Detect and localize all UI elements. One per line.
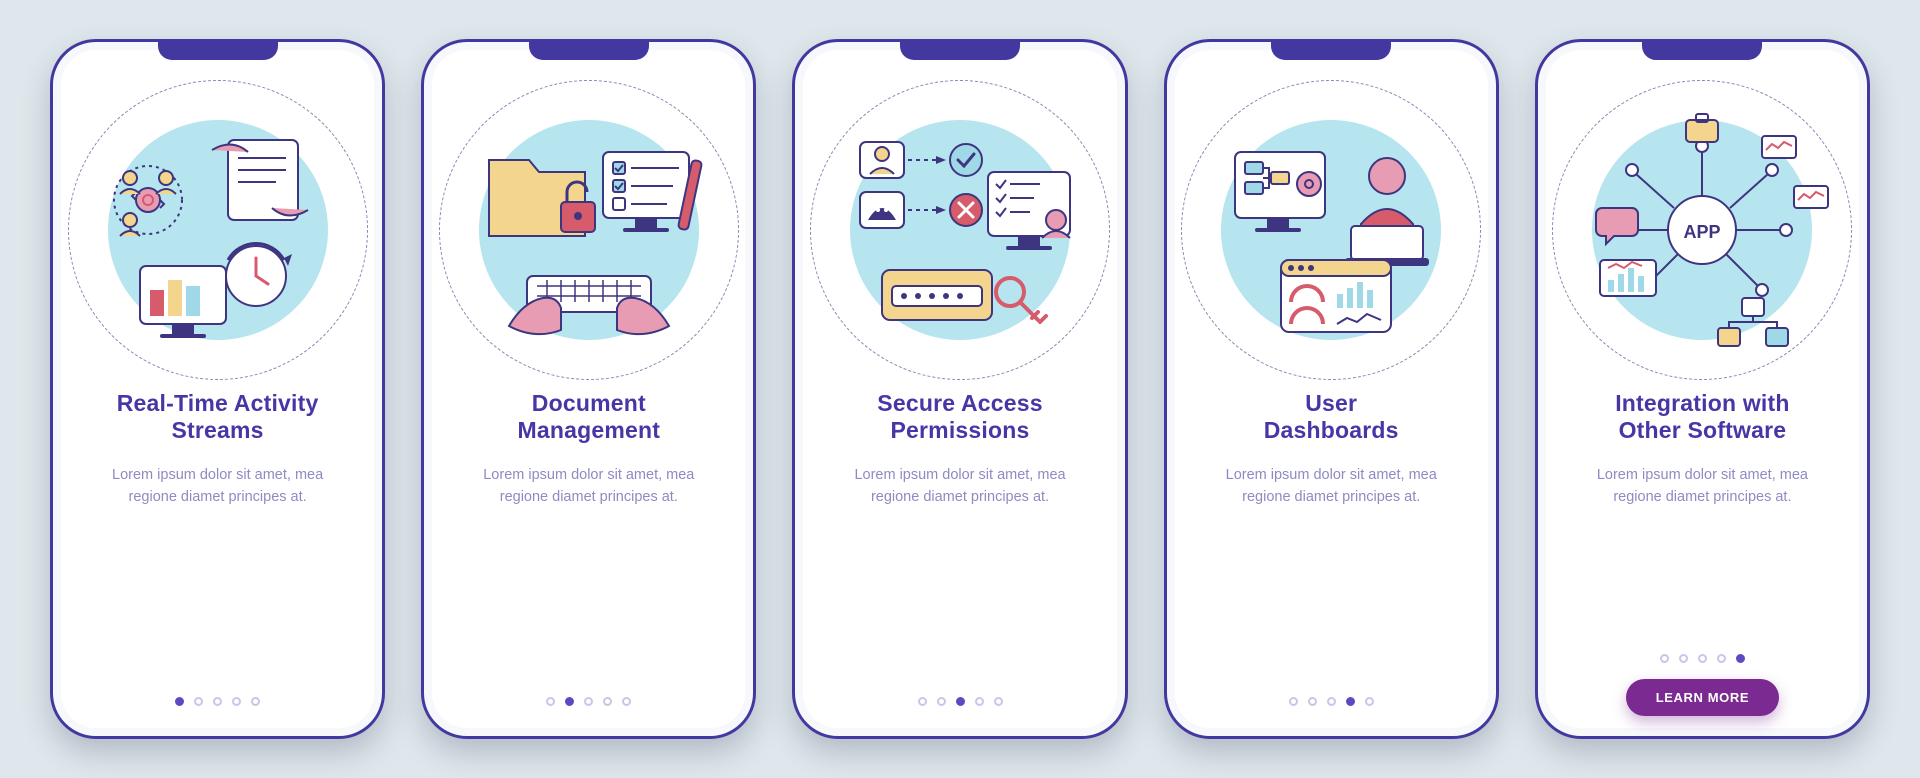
phone-notch bbox=[529, 42, 649, 60]
halo-ring bbox=[1181, 80, 1481, 380]
pagination-dot-2[interactable] bbox=[1679, 654, 1688, 663]
onboarding-screen-integration[interactable]: APP bbox=[1535, 39, 1870, 739]
pagination-dots bbox=[175, 697, 260, 706]
activity-streams-illustration bbox=[78, 90, 358, 370]
pagination-dot-1[interactable] bbox=[1660, 654, 1669, 663]
phone-notch bbox=[1642, 42, 1762, 60]
onboarding-screen-user-dashboards[interactable]: User Dashboards Lorem ipsum dolor sit am… bbox=[1164, 39, 1499, 739]
screen-description: Lorem ipsum dolor sit amet, mea regione … bbox=[813, 464, 1106, 509]
screen-title: User Dashboards bbox=[1254, 388, 1409, 446]
halo-ring bbox=[439, 80, 739, 380]
pagination-dot-1[interactable] bbox=[175, 697, 184, 706]
user-dashboards-illustration bbox=[1191, 90, 1471, 370]
learn-more-button[interactable]: LEARN MORE bbox=[1626, 679, 1779, 716]
onboarding-stage: Real-Time Activity Streams Lorem ipsum d… bbox=[0, 0, 1920, 778]
secure-access-illustration bbox=[820, 90, 1100, 370]
pagination-dot-2[interactable] bbox=[1308, 697, 1317, 706]
phone-notch bbox=[900, 42, 1020, 60]
screen-title: Integration with Other Software bbox=[1605, 388, 1799, 446]
pagination-dots bbox=[1289, 697, 1374, 706]
pagination-dot-3[interactable] bbox=[1327, 697, 1336, 706]
phone-notch bbox=[158, 42, 278, 60]
screen-description: Lorem ipsum dolor sit amet, mea regione … bbox=[1185, 464, 1478, 509]
pagination-dots bbox=[546, 697, 631, 706]
pagination-dot-4[interactable] bbox=[1717, 654, 1726, 663]
pagination-dot-5[interactable] bbox=[1736, 654, 1745, 663]
screen-description: Lorem ipsum dolor sit amet, mea regione … bbox=[442, 464, 735, 509]
pagination-dot-5[interactable] bbox=[622, 697, 631, 706]
pagination-dots bbox=[1660, 654, 1745, 663]
pagination-dot-3[interactable] bbox=[584, 697, 593, 706]
pagination-dot-4[interactable] bbox=[232, 697, 241, 706]
pagination-dot-2[interactable] bbox=[565, 697, 574, 706]
screen-description: Lorem ipsum dolor sit amet, mea regione … bbox=[1556, 464, 1849, 509]
phone-notch bbox=[1271, 42, 1391, 60]
onboarding-screen-secure-access[interactable]: Secure Access Permissions Lorem ipsum do… bbox=[792, 39, 1127, 739]
pagination-dot-3[interactable] bbox=[956, 697, 965, 706]
pagination-dot-1[interactable] bbox=[1289, 697, 1298, 706]
pagination-dot-4[interactable] bbox=[975, 697, 984, 706]
halo-ring bbox=[1552, 80, 1852, 380]
pagination-dot-3[interactable] bbox=[1698, 654, 1707, 663]
pagination-dot-5[interactable] bbox=[251, 697, 260, 706]
pagination-dots bbox=[918, 697, 1003, 706]
pagination-dot-4[interactable] bbox=[603, 697, 612, 706]
halo-ring bbox=[68, 80, 368, 380]
screen-title: Secure Access Permissions bbox=[867, 388, 1052, 446]
pagination-dot-4[interactable] bbox=[1346, 697, 1355, 706]
pagination-dot-3[interactable] bbox=[213, 697, 222, 706]
onboarding-screen-activity-streams[interactable]: Real-Time Activity Streams Lorem ipsum d… bbox=[50, 39, 385, 739]
pagination-dot-2[interactable] bbox=[194, 697, 203, 706]
pagination-dot-5[interactable] bbox=[994, 697, 1003, 706]
pagination-dot-2[interactable] bbox=[937, 697, 946, 706]
pagination-dot-5[interactable] bbox=[1365, 697, 1374, 706]
pagination-dot-1[interactable] bbox=[918, 697, 927, 706]
pagination-dot-1[interactable] bbox=[546, 697, 555, 706]
document-management-illustration bbox=[449, 90, 729, 370]
screen-title: Document Management bbox=[508, 388, 671, 446]
screen-title: Real-Time Activity Streams bbox=[107, 388, 329, 446]
halo-ring bbox=[810, 80, 1110, 380]
onboarding-screen-document-management[interactable]: Document Management Lorem ipsum dolor si… bbox=[421, 39, 756, 739]
screen-description: Lorem ipsum dolor sit amet, mea regione … bbox=[71, 464, 364, 509]
integration-illustration: APP bbox=[1562, 90, 1842, 370]
